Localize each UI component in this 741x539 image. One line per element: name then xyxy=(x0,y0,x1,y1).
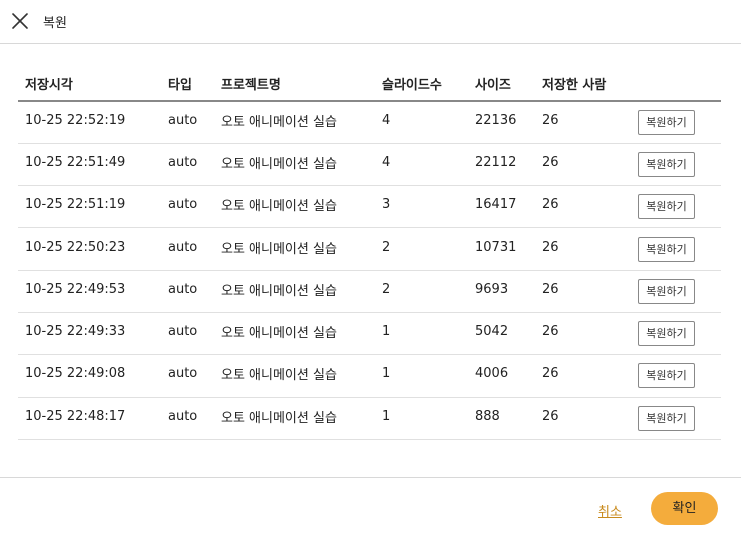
cell-project-name: 오토 애니메이션 실습 xyxy=(214,227,375,271)
cell-type: auto xyxy=(161,185,214,229)
cell-size: 9693 xyxy=(468,270,535,313)
backup-table: 저장시각 타입 프로젝트명 슬라이드수 사이즈 저장한 사람 10-25 22:… xyxy=(18,66,721,440)
confirm-button[interactable]: 확인 xyxy=(651,492,718,525)
restore-button[interactable]: 복원하기 xyxy=(638,151,695,177)
cell-project-name: 오토 애니메이션 실습 xyxy=(214,185,375,229)
cell-slide-count: 2 xyxy=(375,227,468,271)
cancel-button[interactable]: 취소 xyxy=(598,501,622,520)
close-icon[interactable] xyxy=(10,11,30,31)
cell-action: 복원하기 xyxy=(631,354,721,398)
dialog-footer: 취소 확인 xyxy=(0,477,741,539)
cell-size: 5042 xyxy=(468,312,535,356)
table-row: 10-25 22:50:23 auto 오토 애니메이션 실습 2 10731 26 복원하… xyxy=(18,227,721,271)
cell-type: auto xyxy=(161,354,214,398)
cell-slide-count: 3 xyxy=(375,185,468,229)
cell-type: auto xyxy=(161,143,214,187)
cell-size: 888 xyxy=(468,397,535,440)
cell-save-time: 10-25 22:51:19 xyxy=(18,185,161,229)
cell-slide-count: 1 xyxy=(375,312,468,356)
cell-slide-count: 1 xyxy=(375,397,468,440)
cell-size: 16417 xyxy=(468,185,535,229)
cell-type: auto xyxy=(161,270,214,313)
cell-save-time: 10-25 22:51:49 xyxy=(18,143,161,187)
cell-saved-by: 26 xyxy=(535,101,631,144)
table-row: 10-25 22:51:49 auto 오토 애니메이션 실습 4 22112 26 복원하… xyxy=(18,143,721,187)
cell-action: 복원하기 xyxy=(631,312,721,356)
cell-size: 22136 xyxy=(468,101,535,144)
cell-type: auto xyxy=(161,101,214,144)
cell-project-name: 오토 애니메이션 실습 xyxy=(214,354,375,398)
header-save-time[interactable]: 저장시각 xyxy=(18,66,161,102)
restore-button[interactable]: 복원하기 xyxy=(638,194,695,220)
table-row: 10-25 22:49:08 auto 오토 애니메이션 실습 1 4006 26 복원하기 xyxy=(18,354,721,398)
header-saved-by[interactable]: 저장한 사람 xyxy=(535,66,631,102)
cell-project-name: 오토 애니메이션 실습 xyxy=(214,397,375,440)
cell-project-name: 오토 애니메이션 실습 xyxy=(214,101,375,144)
cell-save-time: 10-25 22:48:17 xyxy=(18,397,161,440)
cell-save-time: 10-25 22:49:53 xyxy=(18,270,161,313)
cell-saved-by: 26 xyxy=(535,227,631,271)
header-slide-count[interactable]: 슬라이드수 xyxy=(375,66,468,102)
backup-table-container: 저장시각 타입 프로젝트명 슬라이드수 사이즈 저장한 사람 10-25 22:… xyxy=(18,66,721,440)
cell-size: 22112 xyxy=(468,143,535,187)
table-row: 10-25 22:51:19 auto 오토 애니메이션 실습 3 16417 26 복원하… xyxy=(18,185,721,229)
cell-saved-by: 26 xyxy=(535,185,631,229)
cell-save-time: 10-25 22:49:33 xyxy=(18,312,161,356)
cell-project-name: 오토 애니메이션 실습 xyxy=(214,270,375,313)
table-header-row: 저장시각 타입 프로젝트명 슬라이드수 사이즈 저장한 사람 xyxy=(18,66,721,102)
header-action xyxy=(631,66,721,102)
restore-button[interactable]: 복원하기 xyxy=(638,278,695,304)
cell-save-time: 10-25 22:50:23 xyxy=(18,227,161,271)
restore-button[interactable]: 복원하기 xyxy=(638,405,695,431)
cell-action: 복원하기 xyxy=(631,270,721,313)
restore-button[interactable]: 복원하기 xyxy=(638,363,695,389)
restore-dialog: 복원 저장시각 타입 프로젝트명 슬라이드수 사이즈 저장한 사람 10-25 … xyxy=(0,0,741,539)
cell-action: 복원하기 xyxy=(631,143,721,187)
table-row: 10-25 22:49:33 auto 오토 애니메이션 실습 1 5042 26 복원하기 xyxy=(18,312,721,356)
table-row: 10-25 22:52:19 auto 오토 애니메이션 실습 4 22136 26 복원하… xyxy=(18,101,721,144)
header-type[interactable]: 타입 xyxy=(161,66,214,102)
cell-slide-count: 4 xyxy=(375,143,468,187)
dialog-header: 복원 xyxy=(0,0,741,44)
cell-action: 복원하기 xyxy=(631,101,721,144)
cell-size: 10731 xyxy=(468,227,535,271)
cell-project-name: 오토 애니메이션 실습 xyxy=(214,143,375,187)
cell-saved-by: 26 xyxy=(535,354,631,398)
restore-button[interactable]: 복원하기 xyxy=(638,236,695,262)
cell-slide-count: 2 xyxy=(375,270,468,313)
cell-save-time: 10-25 22:52:19 xyxy=(18,101,161,144)
cell-slide-count: 1 xyxy=(375,354,468,398)
cell-action: 복원하기 xyxy=(631,185,721,229)
header-size[interactable]: 사이즈 xyxy=(468,66,535,102)
cell-saved-by: 26 xyxy=(535,312,631,356)
cell-size: 4006 xyxy=(468,354,535,398)
cell-saved-by: 26 xyxy=(535,270,631,313)
cell-slide-count: 4 xyxy=(375,101,468,144)
cell-saved-by: 26 xyxy=(535,397,631,440)
cell-type: auto xyxy=(161,227,214,271)
cell-project-name: 오토 애니메이션 실습 xyxy=(214,312,375,356)
cell-type: auto xyxy=(161,312,214,356)
cell-action: 복원하기 xyxy=(631,227,721,271)
dialog-title: 복원 xyxy=(43,16,67,31)
restore-button[interactable]: 복원하기 xyxy=(638,109,695,135)
header-project-name[interactable]: 프로젝트명 xyxy=(214,66,375,102)
cell-action: 복원하기 xyxy=(631,397,721,440)
cell-type: auto xyxy=(161,397,214,440)
cell-save-time: 10-25 22:49:08 xyxy=(18,354,161,398)
cell-saved-by: 26 xyxy=(535,143,631,187)
restore-button[interactable]: 복원하기 xyxy=(638,321,695,347)
table-row: 10-25 22:49:53 auto 오토 애니메이션 실습 2 9693 26 복원하기 xyxy=(18,270,721,313)
table-row: 10-25 22:48:17 auto 오토 애니메이션 실습 1 888 26 복원하기 xyxy=(18,397,721,440)
